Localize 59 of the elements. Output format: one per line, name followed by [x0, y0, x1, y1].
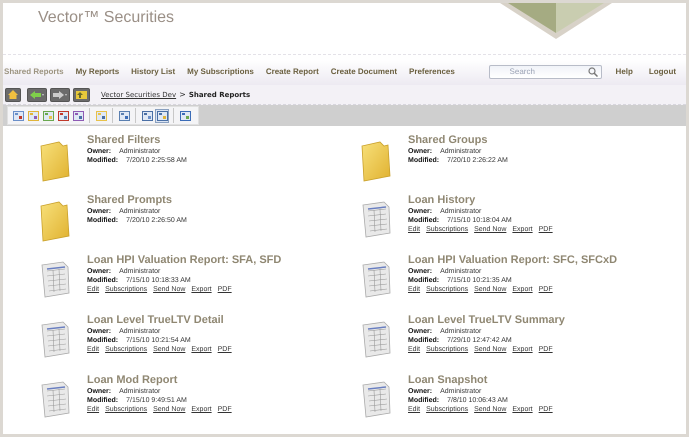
toolbar-icon: [58, 110, 68, 122]
forward-button[interactable]: [50, 88, 70, 102]
item-title[interactable]: Loan History: [408, 194, 476, 207]
toolbar-button[interactable]: [155, 108, 169, 123]
header-link[interactable]: Logout: [648, 67, 676, 76]
toolbar-button[interactable]: [41, 108, 55, 123]
report-icon[interactable]: [360, 320, 392, 358]
toolbar-icon: [72, 110, 84, 122]
toolbar-button[interactable]: [26, 108, 40, 123]
nav-tab[interactable]: History List: [131, 67, 176, 76]
nav-tab[interactable]: Create Document: [330, 67, 397, 76]
item-title[interactable]: Loan HPI Valuation Report: SFA, SFD: [87, 254, 282, 267]
back-button[interactable]: [27, 88, 47, 102]
nav-tab[interactable]: Create Report: [266, 67, 319, 76]
item-title[interactable]: Shared Filters: [87, 134, 160, 147]
toolbar-icon: [142, 110, 152, 122]
toolbar-button[interactable]: [178, 108, 192, 123]
toolbar-icon: [118, 110, 130, 122]
house-icon: [8, 90, 18, 100]
item-title[interactable]: Shared Groups: [408, 134, 488, 147]
toolbar-icon: [156, 110, 168, 122]
item-title[interactable]: Loan Level TrueLTV Detail: [87, 314, 224, 327]
search-field[interactable]: Search: [488, 64, 602, 79]
toolbar-button[interactable]: [71, 108, 85, 123]
home-button[interactable]: [5, 88, 21, 102]
nav-tab[interactable]: My Reports: [76, 67, 120, 76]
item-title[interactable]: Loan Snapshot: [408, 374, 488, 387]
toolbar-button[interactable]: [56, 108, 70, 123]
item-title[interactable]: Loan HPI Valuation Report: SFC, SFCxD: [408, 254, 618, 267]
toolbar-button[interactable]: [117, 108, 131, 123]
toolbar-icon: [180, 110, 190, 122]
toolbar-icon: [12, 110, 24, 122]
nav-tab[interactable]: Preferences: [409, 67, 455, 76]
report-icon[interactable]: [39, 320, 71, 358]
folder-up-button[interactable]: [73, 88, 90, 102]
folder-icon: [76, 90, 87, 100]
nav-tab[interactable]: My Subscriptions: [187, 67, 254, 76]
toolbar-icon: [96, 110, 106, 122]
report-icon[interactable]: [360, 260, 392, 298]
report-icon[interactable]: [360, 380, 392, 418]
folder-icon[interactable]: [360, 140, 392, 182]
toolbar-button[interactable]: [94, 108, 108, 123]
breadcrumb-separator: >: [179, 90, 186, 100]
folder-icon[interactable]: [39, 200, 71, 242]
item-title[interactable]: Loan Level TrueLTV Summary: [408, 314, 565, 327]
report-icon[interactable]: [39, 260, 71, 298]
left-arrow-icon: [30, 90, 44, 99]
toolbar-icon: [42, 110, 54, 122]
item-title[interactable]: Shared Prompts: [87, 194, 172, 207]
folder-icon[interactable]: [39, 140, 71, 182]
report-icon[interactable]: [39, 380, 71, 418]
header-link[interactable]: Help: [616, 67, 633, 76]
item-title[interactable]: Loan Mod Report: [87, 374, 178, 387]
toolbar-icon: [28, 110, 38, 122]
brand-logo: Vector™ Securities: [38, 9, 174, 27]
report-icon[interactable]: [360, 200, 392, 238]
right-arrow-icon: [53, 90, 67, 99]
toolbar-button[interactable]: [11, 108, 25, 123]
toolbar-button[interactable]: [140, 108, 154, 123]
